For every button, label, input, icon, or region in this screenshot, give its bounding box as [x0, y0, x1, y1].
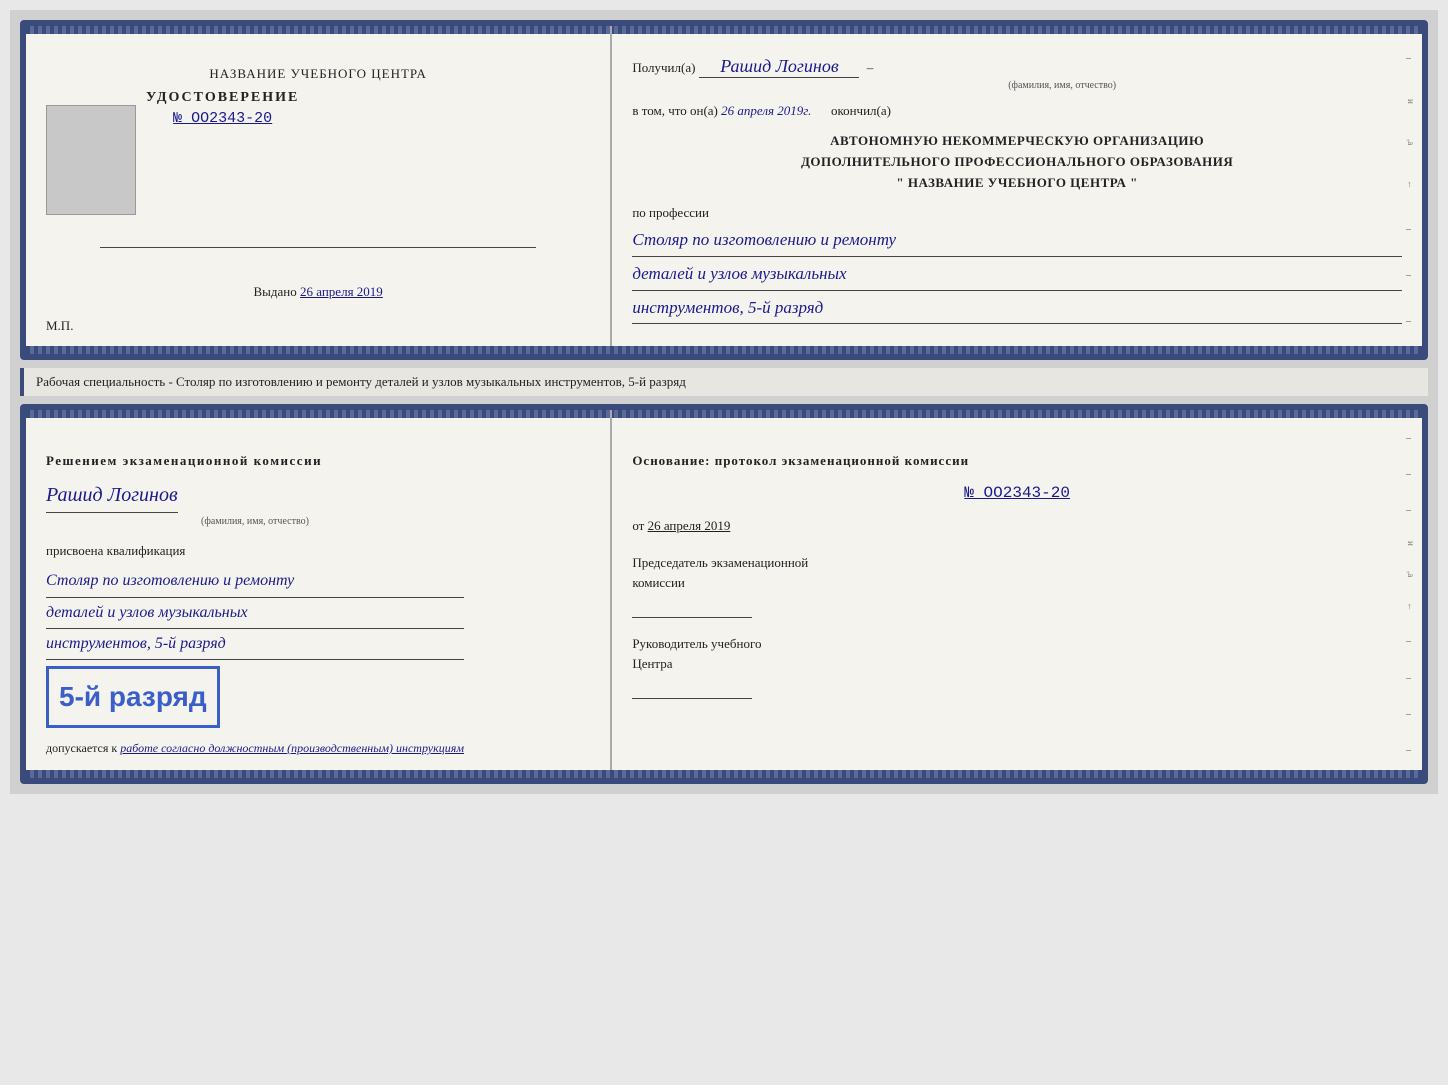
- predsedatel-signature-line: [632, 598, 752, 618]
- osnov-title: Основание: протокол экзаменационной коми…: [632, 450, 1402, 472]
- profession-line2: деталей и узлов музыкальных: [632, 259, 1402, 291]
- kvali-line2: деталей и узлов музыкальных: [46, 598, 464, 629]
- ot-line: от 26 апреля 2019: [632, 515, 1402, 537]
- dopuskaetsya-italic: работе согласно должностным (производств…: [120, 741, 464, 755]
- osnovanie-block: Основание: протокол экзаменационной коми…: [632, 440, 1402, 699]
- recipient-name-field: Рашид Логинов: [699, 56, 859, 78]
- ot-date: 26 апреля 2019: [648, 518, 731, 533]
- profession-line1: Столяр по изготовлению и ремонту: [632, 225, 1402, 257]
- udostoverenie-block: УДОСТОВЕРЕНИЕ № OO2343-20: [146, 90, 299, 127]
- po-professii: по профессии: [632, 205, 1402, 221]
- top-doc-left: НАЗВАНИЕ УЧЕБНОГО ЦЕНТРА УДОСТОВЕРЕНИЕ №…: [26, 26, 612, 354]
- vydano-date: 26 апреля 2019: [300, 284, 383, 299]
- side-stripes-bottom: – – – и ,а ← – – – –: [1406, 420, 1416, 768]
- side-stripes-top: – и ,а ← – – –: [1406, 36, 1416, 344]
- fio-caption-bottom: (фамилия, имя, отчество): [46, 513, 464, 530]
- kvali-block: Столяр по изготовлению и ремонту деталей…: [46, 566, 464, 660]
- rukovoditel-block: Руководитель учебного Центра: [632, 634, 1402, 699]
- dopuskaetsya-line: допускается к работе согласно должностны…: [46, 738, 464, 758]
- predsedatel-block: Председатель экзаменационной комиссии: [632, 553, 1402, 618]
- resheniem-line: Решением экзаменационной комиссии: [46, 450, 464, 472]
- bottom-left-content: Решением экзаменационной комиссии Рашид …: [46, 440, 464, 758]
- page-wrapper: НАЗВАНИЕ УЧЕБНОГО ЦЕНТРА УДОСТОВЕРЕНИЕ №…: [10, 10, 1438, 794]
- udostoverenie-number: № OO2343-20: [146, 110, 299, 127]
- vtom-line: в том, что он(а) 26 апреля 2019г. окончи…: [632, 103, 1402, 119]
- fio-caption-top: (фамилия, имя, отчество): [722, 80, 1402, 91]
- predsedatel-title: Председатель экзаменационной комиссии: [632, 553, 1402, 592]
- rukovoditel-signature-line: [632, 679, 752, 699]
- profession-line3: инструментов, 5-й разряд: [632, 293, 1402, 325]
- bottom-doc-left: Решением экзаменационной комиссии Рашид …: [26, 410, 612, 778]
- kvali-line1: Столяр по изготовлению и ремонту: [46, 566, 464, 597]
- top-left-title: НАЗВАНИЕ УЧЕБНОГО ЦЕНТРА: [209, 66, 426, 82]
- bottom-document: Решением экзаменационной комиссии Рашид …: [20, 404, 1428, 784]
- photo-placeholder: [46, 105, 136, 215]
- udostoverenie-title: УДОСТОВЕРЕНИЕ: [146, 90, 299, 106]
- bottom-person-block: Рашид Логинов (фамилия, имя, отчество): [46, 478, 464, 530]
- top-document: НАЗВАНИЕ УЧЕБНОГО ЦЕНТРА УДОСТОВЕРЕНИЕ №…: [20, 20, 1428, 360]
- organization-block: АВТОНОМНУЮ НЕКОММЕРЧЕСКУЮ ОРГАНИЗАЦИЮ ДО…: [632, 131, 1402, 193]
- kvali-line3: инструментов, 5-й разряд: [46, 629, 464, 660]
- top-doc-right: Получил(а) Рашид Логинов – (фамилия, имя…: [612, 26, 1422, 354]
- recipient-name: Рашид Логинов: [720, 56, 838, 76]
- razryad-big: 5-й разряд: [59, 681, 207, 712]
- middle-label: Рабочая специальность - Столяр по изгото…: [20, 368, 1428, 396]
- prisvoena-line: присвоена квалификация: [46, 540, 464, 562]
- bottom-doc-right: Основание: протокол экзаменационной коми…: [612, 410, 1422, 778]
- poluchil-line: Получил(а) Рашид Логинов –: [632, 56, 1402, 78]
- mp-line: М.П.: [46, 318, 73, 334]
- protocol-number: № OO2343-20: [632, 480, 1402, 507]
- razryad-box: 5-й разряд: [46, 666, 220, 728]
- bottom-person-name: Рашид Логинов: [46, 478, 178, 513]
- rukovoditel-title: Руководитель учебного Центра: [632, 634, 1402, 673]
- vtom-date: 26 апреля 2019г.: [721, 103, 811, 118]
- profession-block: Столяр по изготовлению и ремонту деталей…: [632, 225, 1402, 324]
- vydano-line: Выдано 26 апреля 2019: [254, 284, 383, 300]
